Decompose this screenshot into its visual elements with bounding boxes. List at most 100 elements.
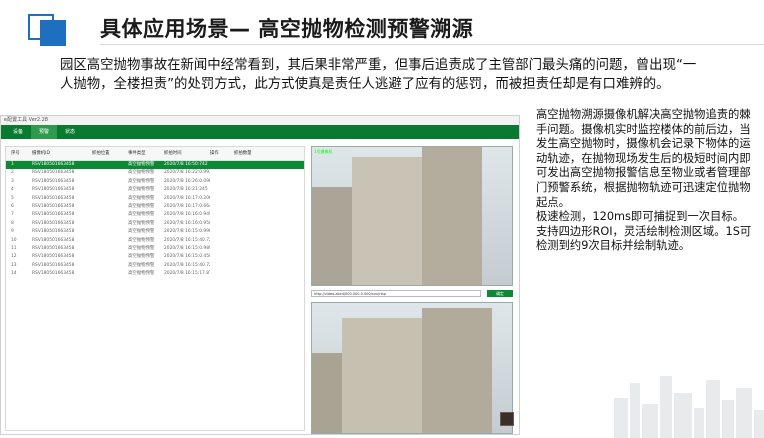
table-row[interactable]: 11 RSV180501663458 高空抛物预警 2020/7/8 16:15:0.… [6,245,304,253]
camera-view-live[interactable]: 1号摄像机 [311,146,513,286]
table-cell: RSV180501663458 [32,271,75,277]
go-button[interactable]: 确定 [487,290,513,297]
table-cell: 10 [11,237,17,243]
app-window: e配置工具 Ver2.28 设备 预警 状态 序号 摄像机ID 抓拍位置 事件类型 抓拍时间… [0,115,520,435]
table-cell: 2020/7/8 16:50:742 [164,162,208,167]
table-cell: 高空抛物预警 [128,195,155,201]
menu-bar: 设备 预警 状态 [1,125,519,139]
slide: 具体应用场景— 高空抛物检测预警溯源 园区高空抛物事故在新闻中经常看到，其后果非… [0,0,764,438]
table-row[interactable]: 3 RSV180501663458 高空抛物预警 2020/7/8 16:26:0.0… [6,178,304,186]
table-row[interactable]: 10 RSV180501663458 高空抛物预警 2020/7/8 16:15:40… [6,237,304,245]
table-cell: 2020/7/8 16:15:0.990 [164,229,210,235]
table-row[interactable]: 8 RSV180501663458 高空抛物预警 2020/7/8 16:16:0.9… [6,220,304,228]
table-cell: 2020/7/8 16:16:0.950 [164,220,210,226]
table-cell: 7 [11,212,14,218]
table-cell: 2020/7/8 16:17:0.664 [164,203,210,209]
app-window-title: e配置工具 Ver2.28 [1,116,519,125]
table-row[interactable]: 9 RSV180501663458 高空抛物预警 2020/7/8 16:15:0.9… [6,228,304,236]
description-line: 极速检测，120ms即可捕捉到一次目标。支持四边形ROI，灵活绘制检测区域。1S… [536,210,752,253]
slide-title: 具体应用场景— 高空抛物检测预警溯源 [100,17,474,41]
column-header[interactable]: 抓拍时间 [164,147,210,160]
table-cell: RSV180501663458 [32,237,75,243]
table-cell: 2020/7/8 16:15:0.458 [164,254,210,260]
table-cell: RSV180501663458 [32,162,75,167]
alarm-table: 序号 摄像机ID 抓拍位置 事件类型 抓拍时间 操作 抓拍数量 1 RSV1805016634… [5,146,305,431]
table-cell: 高空抛物预警 [128,245,155,251]
table-cell: 1 [11,162,14,167]
table-cell: RSV180501663458 [32,203,75,209]
table-cell: 14 [11,271,17,277]
camera-overlay-label: 1号摄像机 [314,149,333,154]
table-cell: RSV180501663458 [32,187,75,193]
table-cell: 高空抛物预警 [128,229,155,235]
table-cell: 高空抛物预警 [128,262,155,268]
table-cell: RSV180501663458 [32,195,75,201]
description-line: 高空抛物溯源摄像机解决高空抛物追责的棘手问题。摄像机实时监控楼体的前后边，当发生… [536,108,751,209]
table-row[interactable]: 5 RSV180501663458 高空抛物预警 2020/7/8 16:17:0.2… [6,195,304,203]
intro-paragraph: 园区高空抛物事故在新闻中经常看到，其后果非常严重，但事后追责成了主管部门最头痛的… [60,58,697,92]
table-cell: RSV180501663458 [32,220,75,226]
table-cell: 13 [11,262,17,268]
table-cell: 11 [11,245,17,251]
table-cell: RSV180501663458 [32,245,75,251]
table-cell: 8 [11,220,14,226]
table-cell: 高空抛物预警 [128,271,155,277]
menu-item[interactable]: 状态 [57,125,83,139]
table-row[interactable]: 2 RSV180501663458 高空抛物预警 2020/7/8 16:22:0.9… [6,169,304,177]
table-row[interactable]: 6 RSV180501663458 高空抛物预警 2020/7/8 16:17:0.6… [6,203,304,211]
table-cell: 4 [11,187,14,193]
table-cell: 2020/7/8 16:16:0.949 [164,212,210,218]
table-cell: 5 [11,195,14,201]
logo-square-fill [40,20,66,46]
table-body: 1 RSV180501663458 高空抛物预警 2020/7/8 16:50:742… [6,161,304,278]
column-header[interactable]: 抓拍数量 [234,147,264,160]
table-cell: 2020/7/8 16:21:245 [164,187,208,193]
skyline-decoration [614,368,764,438]
table-cell: 2020/7/8 16:22:0.993 [164,170,210,176]
table-cell: 9 [11,229,14,235]
stream-url-input[interactable]: http://video.abcd/000.000.0.000/xxx/rtsp [311,290,481,297]
camera-thumbnail-icon [500,412,514,426]
table-cell: 2020/7/8 16:15:40.720 [164,262,210,268]
table-cell: 高空抛物预警 [128,237,155,243]
table-cell: RSV180501663458 [32,178,75,184]
table-cell: 2 [11,170,14,176]
column-header[interactable]: 摄像机ID [32,147,92,160]
table-cell: RSV180501663458 [32,229,75,235]
table-cell: 12 [11,254,17,260]
table-row[interactable]: 13 RSV180501663458 高空抛物预警 2020/7/8 16:15:40… [6,262,304,270]
table-cell: 高空抛物预警 [128,170,155,176]
column-header[interactable]: 序号 [6,147,32,160]
table-cell: RSV180501663458 [32,262,75,268]
table-cell: 6 [11,203,14,209]
title-divider [100,44,764,45]
table-cell: 2020/7/8 16:15:0.989 [164,245,210,251]
table-cell: RSV180501663458 [32,254,75,260]
table-cell: 高空抛物预警 [128,254,155,260]
camera-view-playback[interactable] [311,302,513,434]
table-cell: 高空抛物预警 [128,220,155,226]
table-cell: RSV180501663458 [32,170,75,176]
table-cell: 2020/7/8 16:15:40.720 [164,237,210,243]
table-cell: 高空抛物预警 [128,162,155,167]
table-cell: 高空抛物预警 [128,178,155,184]
table-cell: 2020/7/8 16:15:17.876 [164,271,210,277]
table-cell: RSV180501663458 [32,212,75,218]
table-cell: 高空抛物预警 [128,187,155,193]
column-header[interactable]: 抓拍位置 [92,147,128,160]
table-cell: 高空抛物预警 [128,212,155,218]
column-header[interactable]: 事件类型 [128,147,164,160]
table-row[interactable]: 4 RSV180501663458 高空抛物预警 2020/7/8 16:21:245 [6,186,304,194]
table-row[interactable]: 14 RSV180501663458 高空抛物预警 2020/7/8 16:15:17… [6,270,304,278]
menu-item[interactable]: 设备 [5,125,31,139]
table-row[interactable]: 12 RSV180501663458 高空抛物预警 2020/7/8 16:15:0.… [6,253,304,261]
menu-item[interactable]: 预警 [31,125,58,139]
table-cell: 3 [11,178,14,184]
column-header[interactable]: 操作 [210,147,234,160]
table-header: 序号 摄像机ID 抓拍位置 事件类型 抓拍时间 操作 抓拍数量 [6,147,304,161]
description-paragraph: 高空抛物溯源摄像机解决高空抛物追责的棘手问题。摄像机实时监控楼体的前后边，当发生… [536,108,754,254]
table-row[interactable]: 1 RSV180501663458 高空抛物预警 2020/7/8 16:50:742 [6,161,304,170]
table-cell: 高空抛物预警 [128,203,155,209]
table-cell: 2020/7/8 16:17:0.206 [164,195,210,201]
table-row[interactable]: 7 RSV180501663458 高空抛物预警 2020/7/8 16:16:0.9… [6,211,304,219]
